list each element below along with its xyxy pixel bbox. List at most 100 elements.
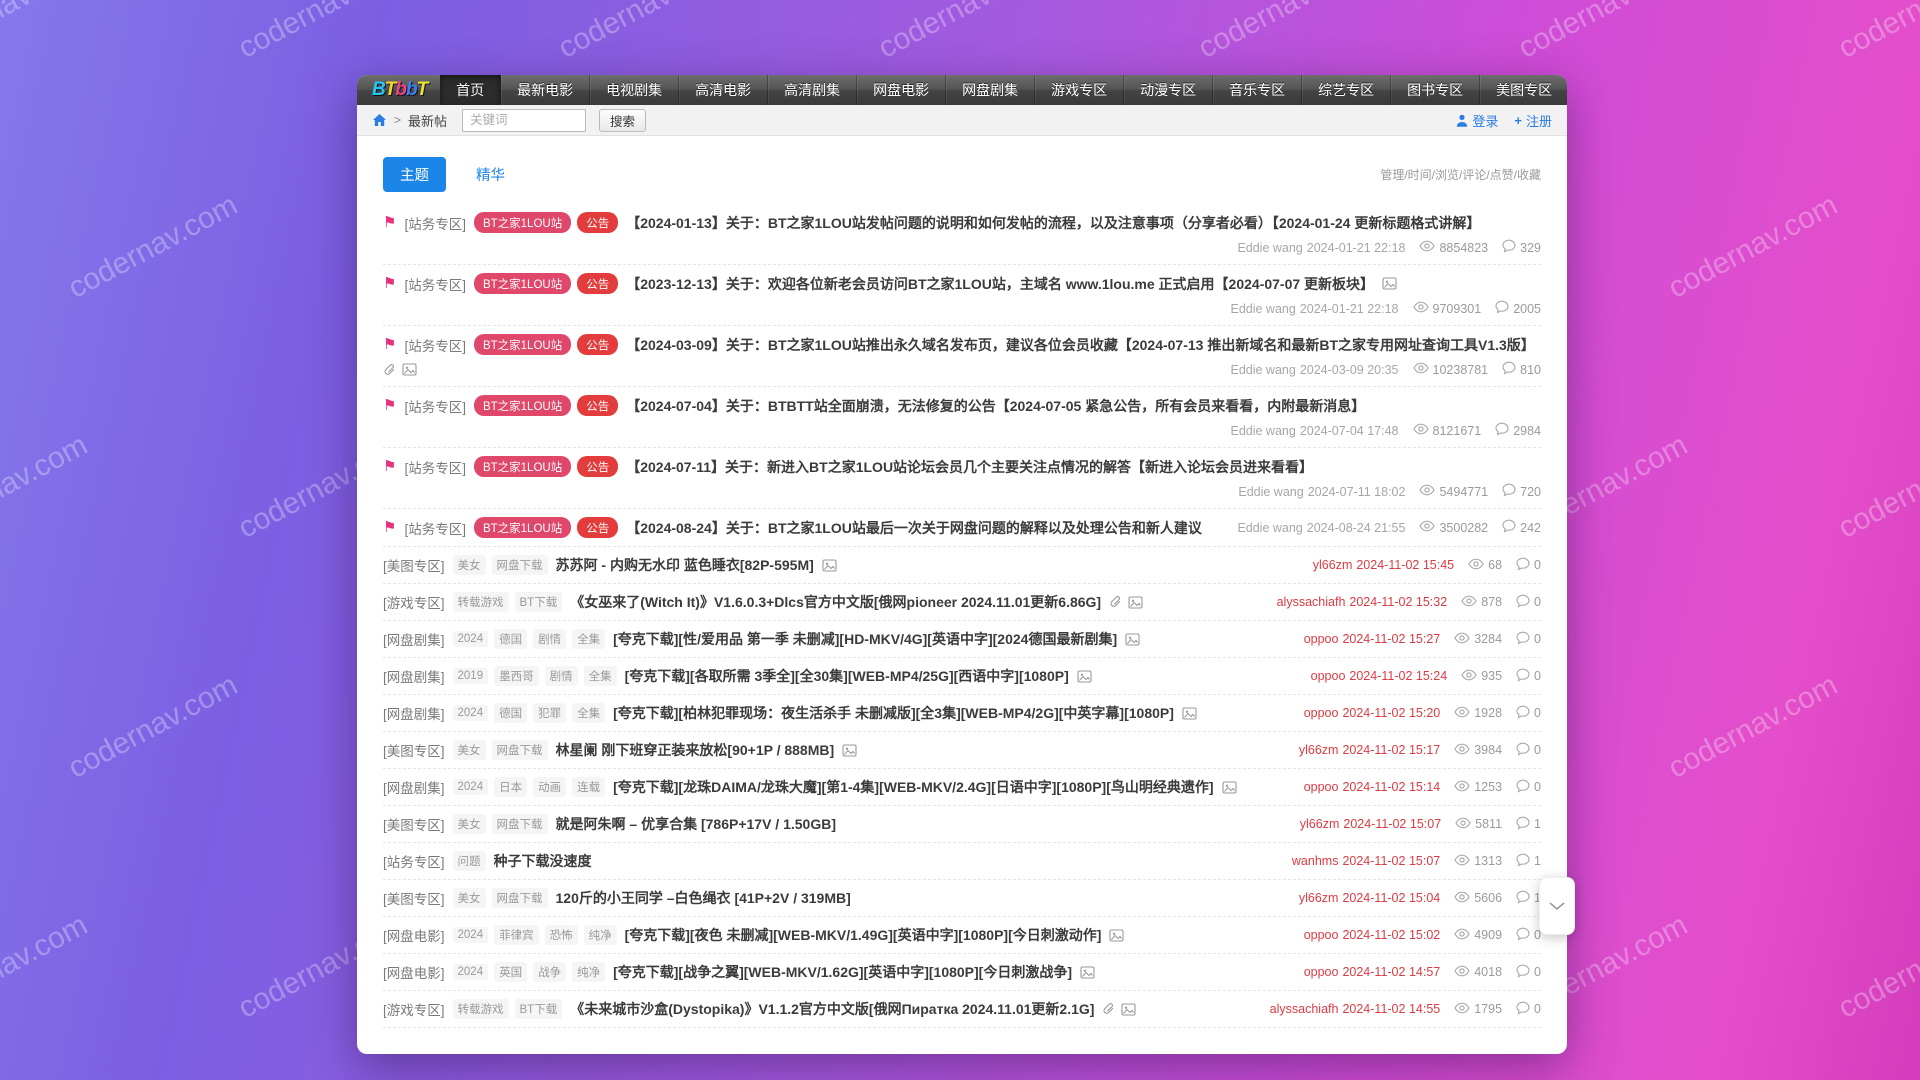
thread-author-link[interactable]: yl66zm [1300, 817, 1340, 831]
home-icon[interactable] [372, 113, 387, 127]
sticky-badge[interactable]: 公告 [577, 456, 618, 477]
thread-category-link[interactable]: [网盘电影] [383, 962, 445, 982]
tag-chip[interactable]: 剧情 [545, 666, 578, 686]
tag-chip[interactable]: 纯净 [572, 962, 605, 982]
tag-chip[interactable]: 日本 [494, 777, 527, 797]
tag-chip[interactable]: 2024 [453, 779, 489, 795]
thread-title-link[interactable]: 【2024-01-13】关于：BT之家1LOU站发帖问题的说明和如何发帖的流程，… [626, 213, 1480, 233]
nav-item-0[interactable]: 首页 [440, 75, 501, 105]
tag-chip[interactable]: 网盘下载 [492, 814, 548, 834]
thread-category-link[interactable]: [网盘剧集] [383, 777, 445, 797]
sticky-badge[interactable]: 公告 [577, 395, 618, 416]
thread-category-link[interactable]: [游戏专区] [383, 592, 445, 612]
sticky-badge[interactable]: 公告 [577, 517, 618, 538]
tag-chip[interactable]: 美女 [453, 740, 486, 760]
thread-category-link[interactable]: [网盘剧集] [383, 703, 445, 723]
thread-category-link[interactable]: [站务专区] [383, 851, 445, 871]
thread-author-link[interactable]: alyssachiafh [1270, 1002, 1339, 1016]
thread-author-link[interactable]: Eddie wang [1237, 521, 1302, 535]
thread-title-link[interactable]: 《女巫来了(Witch It)》V1.6.0.3+Dlcs官方中文版[俄网pio… [570, 592, 1101, 612]
thread-title-link[interactable]: 120斤的小王同学 –白色绳衣 [41P+2V / 319MB] [556, 888, 851, 908]
tag-chip[interactable]: 连载 [572, 777, 605, 797]
tag-chip[interactable]: 转载游戏 [453, 592, 509, 612]
tag-chip[interactable]: 德国 [494, 703, 527, 723]
tag-chip[interactable]: 2024 [453, 927, 489, 943]
tag-chip[interactable]: BT下载 [515, 999, 563, 1019]
tag-chip[interactable]: 全集 [584, 666, 617, 686]
thread-category-link[interactable]: [站务专区] [404, 457, 466, 477]
thread-title-link[interactable]: [夸克下载][龙珠DAIMA/龙珠大魔][第1-4集][WEB-MKV/2.4G… [613, 777, 1213, 797]
nav-item-12[interactable]: 美图专区 [1480, 75, 1567, 105]
tag-chip[interactable]: 2024 [453, 631, 489, 647]
nav-item-6[interactable]: 网盘剧集 [946, 75, 1035, 105]
thread-author-link[interactable]: yl66zm [1299, 743, 1339, 757]
thread-title-link[interactable]: [夸克下载][战争之翼][WEB-MKV/1.62G][英语中字][1080P]… [613, 962, 1072, 982]
sticky-badge[interactable]: BT之家1LOU站 [474, 273, 571, 294]
thread-title-link[interactable]: 苏苏阿 - 内购无水印 蓝色睡衣[82P-595M] [556, 555, 814, 575]
sticky-badge[interactable]: BT之家1LOU站 [474, 517, 571, 538]
tag-chip[interactable]: 2019 [453, 668, 489, 684]
tag-chip[interactable]: 恐怖 [545, 925, 578, 945]
site-logo[interactable]: BTbbT [357, 75, 440, 105]
thread-title-link[interactable]: 【2024-07-11】关于：新进入BT之家1LOU站论坛会员几个主要关注点情况… [626, 457, 1313, 477]
tag-chip[interactable]: 德国 [494, 629, 527, 649]
thread-title-link[interactable]: 【2024-07-04】关于：BTBTT站全面崩溃，无法修复的公告【2024-0… [626, 396, 1365, 416]
login-link[interactable]: 登录 [1456, 111, 1498, 130]
thread-author-link[interactable]: Eddie wang [1230, 424, 1295, 438]
tag-chip[interactable]: 美女 [453, 555, 486, 575]
tag-chip[interactable]: 美女 [453, 814, 486, 834]
sticky-badge[interactable]: BT之家1LOU站 [474, 212, 571, 233]
thread-category-link[interactable]: [美图专区] [383, 888, 445, 908]
thread-title-link[interactable]: 林星阑 刚下班穿正装来放松[90+1P / 888MB] [556, 740, 835, 760]
thread-title-link[interactable]: [夸克下载][夜色 未删减][WEB-MKV/1.49G][英语中字][1080… [625, 925, 1102, 945]
tag-chip[interactable]: 网盘下载 [492, 555, 548, 575]
tag-chip[interactable]: 墨西哥 [494, 666, 539, 686]
thread-author-link[interactable]: Eddie wang [1237, 241, 1302, 255]
sticky-badge[interactable]: 公告 [577, 273, 618, 294]
tag-chip[interactable]: 英国 [494, 962, 527, 982]
thread-category-link[interactable]: [站务专区] [404, 335, 466, 355]
thread-category-link[interactable]: [站务专区] [404, 518, 466, 538]
nav-item-3[interactable]: 高清电影 [679, 75, 768, 105]
thread-title-link[interactable]: 【2024-08-24】关于：BT之家1LOU站最后一次关于网盘问题的解释以及处… [626, 518, 1202, 538]
thread-category-link[interactable]: [站务专区] [404, 213, 466, 233]
thread-author-link[interactable]: wanhms [1292, 854, 1339, 868]
thread-category-link[interactable]: [美图专区] [383, 814, 445, 834]
sticky-badge[interactable]: BT之家1LOU站 [474, 456, 571, 477]
thread-title-link[interactable]: [夸克下载][柏林犯罪现场：夜生活杀手 未删减版][全3集][WEB-MP4/2… [613, 703, 1174, 723]
thread-title-link[interactable]: 【2024-03-09】关于：BT之家1LOU站推出永久域名发布页，建议各位会员… [626, 335, 1535, 355]
thread-author-link[interactable]: oppoo [1304, 965, 1339, 979]
tag-chip[interactable]: 菲律宾 [494, 925, 539, 945]
search-button[interactable]: 搜索 [599, 109, 646, 132]
tag-chip[interactable]: 问题 [453, 851, 486, 871]
tag-chip[interactable]: 全集 [572, 629, 605, 649]
thread-author-link[interactable]: Eddie wang [1230, 302, 1295, 316]
tag-chip[interactable]: 剧情 [533, 629, 566, 649]
thread-author-link[interactable]: Eddie wang [1238, 485, 1303, 499]
thread-author-link[interactable]: yl66zm [1299, 891, 1339, 905]
nav-item-7[interactable]: 游戏专区 [1035, 75, 1124, 105]
nav-item-1[interactable]: 最新电影 [501, 75, 590, 105]
nav-item-8[interactable]: 动漫专区 [1124, 75, 1213, 105]
sticky-badge[interactable]: BT之家1LOU站 [474, 395, 571, 416]
nav-item-11[interactable]: 图书专区 [1391, 75, 1480, 105]
tag-chip[interactable]: 犯罪 [533, 703, 566, 723]
nav-item-4[interactable]: 高清剧集 [768, 75, 857, 105]
tag-chip[interactable]: 全集 [572, 703, 605, 723]
nav-item-10[interactable]: 综艺专区 [1302, 75, 1391, 105]
thread-author-link[interactable]: oppoo [1304, 928, 1339, 942]
nav-item-5[interactable]: 网盘电影 [857, 75, 946, 105]
tab-topic[interactable]: 主题 [383, 157, 446, 192]
thread-category-link[interactable]: [站务专区] [404, 396, 466, 416]
thread-author-link[interactable]: oppoo [1304, 632, 1339, 646]
tag-chip[interactable]: 网盘下载 [492, 740, 548, 760]
tag-chip[interactable]: BT下载 [515, 592, 563, 612]
tab-digest[interactable]: 精华 [476, 164, 505, 185]
tag-chip[interactable]: 美女 [453, 888, 486, 908]
thread-author-link[interactable]: alyssachiafh [1277, 595, 1346, 609]
thread-title-link[interactable]: [夸克下载][性/爱用品 第一季 未删减][HD-MKV/4G][英语中字][2… [613, 629, 1117, 649]
thread-category-link[interactable]: [站务专区] [404, 274, 466, 294]
nav-item-9[interactable]: 音乐专区 [1213, 75, 1302, 105]
thread-author-link[interactable]: oppoo [1304, 706, 1339, 720]
thread-author-link[interactable]: oppoo [1304, 780, 1339, 794]
